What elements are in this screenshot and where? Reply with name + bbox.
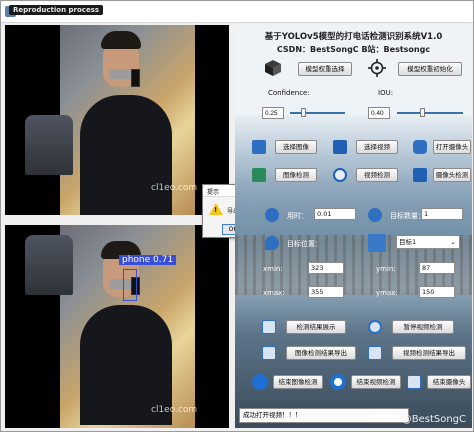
export-image-button[interactable]: 图像检测结果导出: [286, 346, 356, 360]
pane-divider: [5, 215, 229, 225]
camera-off-icon: [407, 375, 421, 389]
app-title: 基于YOLOv5模型的打电话检测识别系统V1.0: [264, 32, 443, 42]
image-detect-icon: [252, 168, 266, 182]
confidence-slider[interactable]: [290, 112, 345, 114]
detect-camera-button[interactable]: 摄像头检测: [433, 168, 471, 182]
video-watermark: cl1eo.com: [151, 183, 198, 193]
open-camera-button[interactable]: 打开摄像头: [433, 140, 471, 154]
pie-chart-icon: [368, 208, 382, 222]
location-pin-icon: [265, 236, 279, 250]
iou-slider[interactable]: [397, 112, 463, 114]
init-weights-button[interactable]: 模型权重初始化: [398, 62, 462, 76]
title-bar: Reproduction process: [1, 1, 473, 23]
app-subtitle: CSDN：BestSongC B站：Bestsongc: [276, 45, 431, 54]
video-detect-icon: [333, 168, 347, 182]
record-icon: [330, 374, 346, 390]
end-image-button[interactable]: 结束图像检测: [273, 375, 323, 389]
camera-icon: [413, 140, 427, 154]
all-targets-icon: [368, 234, 386, 252]
target-select[interactable]: 目标1 ⌄: [396, 235, 460, 249]
cube-icon: [265, 60, 281, 76]
iou-label: IOU:: [378, 89, 394, 97]
count-value: 1: [421, 208, 463, 220]
person-body: [80, 95, 172, 215]
export-icon: [368, 346, 382, 360]
xmin-value: 323: [308, 262, 344, 274]
csdn-watermark: CSDN @BestSongC: [370, 414, 466, 425]
original-video-pane: cl1eo.com: [5, 25, 229, 215]
warning-icon-mark: !: [214, 206, 218, 214]
xmax-label: xmax:: [263, 289, 285, 297]
detection-result-pane: phone 0.71 cl1eo.com: [5, 225, 229, 428]
detect-video-button[interactable]: 视频检测: [356, 168, 398, 182]
target-icon: [368, 59, 386, 77]
image-icon: [252, 140, 266, 154]
export-video-button[interactable]: 视频检测结果导出: [392, 346, 466, 360]
pause-video-button[interactable]: 暂停视频检测: [392, 320, 454, 334]
export-icon: [262, 346, 276, 360]
pause-icon: [368, 320, 382, 334]
background-car: [25, 115, 73, 175]
phone: [131, 69, 140, 87]
select-weights-button[interactable]: 模型权重选择: [298, 62, 352, 76]
iou-input[interactable]: [368, 107, 390, 119]
clock-icon: [265, 208, 279, 222]
count-label: 目标数量：: [390, 212, 425, 220]
video-play-icon: [333, 140, 347, 154]
check-icon: [252, 374, 268, 390]
ymax-value: 150: [419, 286, 455, 298]
ymax-label: ymax:: [376, 289, 398, 297]
ymin-label: ymin:: [376, 265, 396, 273]
detection-label: phone 0.71: [119, 255, 177, 265]
control-panel: 基于YOLOv5模型的打电话检测识别系统V1.0 CSDN：BestSongC …: [235, 25, 472, 428]
select-image-button[interactable]: 选择图像: [275, 140, 317, 154]
time-label: 用时：: [287, 212, 308, 220]
confidence-input[interactable]: [262, 107, 284, 119]
recording-overlay-label: Reproduction process: [9, 5, 104, 15]
confidence-slider-handle[interactable]: [300, 108, 306, 117]
message-box-title: 提示: [207, 189, 220, 196]
time-value: 0.01: [314, 208, 356, 220]
xmax-value: 355: [308, 286, 344, 298]
chart-icon: [262, 320, 276, 334]
confidence-label: Confidence:: [268, 89, 310, 97]
xmin-label: xmin:: [263, 265, 283, 273]
end-video-button[interactable]: 结束视频检测: [351, 375, 401, 389]
ymin-value: 87: [419, 262, 455, 274]
show-results-button[interactable]: 检测结果展示: [286, 320, 346, 334]
chevron-down-icon: ⌄: [450, 238, 456, 246]
iou-slider-handle[interactable]: [420, 108, 426, 117]
person-hair: [101, 31, 141, 49]
detection-box: [123, 269, 137, 301]
target-select-value: 目标1: [399, 238, 417, 246]
background-car: [25, 235, 73, 295]
end-camera-button[interactable]: 结束摄像头: [427, 375, 471, 389]
camera-detect-icon: [413, 168, 427, 182]
select-video-button[interactable]: 选择视频: [356, 140, 398, 154]
video-watermark: cl1eo.com: [151, 405, 198, 415]
position-label: 目标位置：: [287, 240, 322, 248]
detect-image-button[interactable]: 图像检测: [275, 168, 317, 182]
app-window: Reproduction process cl1eo.com phone 0.7…: [0, 0, 474, 432]
